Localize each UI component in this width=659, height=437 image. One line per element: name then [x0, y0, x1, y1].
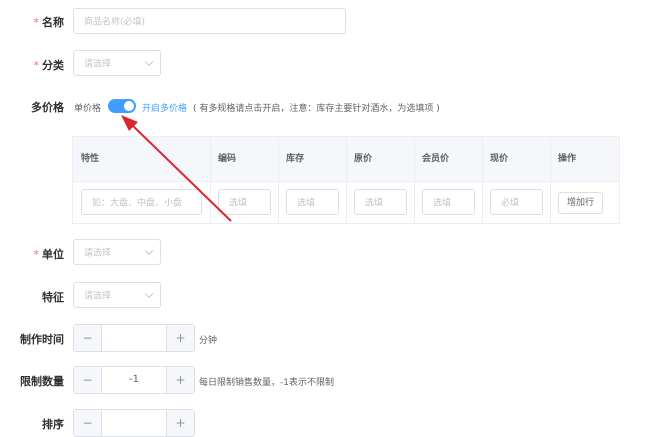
- col-divider: [550, 137, 551, 225]
- name-placeholder: 商品名称(必填): [84, 17, 146, 28]
- member-price-input[interactable]: 选填: [422, 189, 475, 215]
- make-time-stepper[interactable]: − +: [73, 324, 195, 352]
- spec-table: 特性 编码 库存 原价 会员价 现价 操作 如：大盘、中盘、小盘 选填 选填 选…: [72, 136, 620, 225]
- switch-knob: [124, 101, 134, 111]
- category-select[interactable]: 请选择: [73, 50, 161, 76]
- header-original-price: 原价: [354, 154, 373, 164]
- chevron-down-icon: [144, 289, 154, 299]
- feature-placeholder: 请选择: [84, 291, 112, 302]
- unit-placeholder: 请选择: [84, 248, 112, 259]
- col-divider: [346, 137, 347, 225]
- unit-select[interactable]: 请选择: [73, 239, 161, 265]
- header-feature: 特性: [81, 154, 100, 164]
- name-label: * 名称: [33, 16, 65, 29]
- plus-button[interactable]: +: [166, 367, 194, 393]
- code-input[interactable]: 选填: [218, 189, 271, 215]
- header-current-price: 现价: [490, 154, 509, 164]
- header-stock: 库存: [286, 154, 305, 164]
- sort-label: 排序: [42, 418, 64, 431]
- minus-button[interactable]: −: [74, 325, 102, 351]
- header-action: 操作: [558, 154, 577, 164]
- limit-qty-value[interactable]: -1: [102, 367, 166, 393]
- limit-qty-stepper[interactable]: − -1 +: [73, 366, 195, 394]
- header-member-price: 会员价: [422, 154, 450, 164]
- stock-input[interactable]: 选填: [286, 189, 339, 215]
- col-divider: [278, 137, 279, 225]
- col-divider: [414, 137, 415, 225]
- feature-input[interactable]: 如：大盘、中盘、小盘: [81, 189, 202, 215]
- multi-price-label: 多价格: [31, 101, 64, 114]
- category-placeholder: 请选择: [84, 59, 112, 70]
- header-code: 编码: [218, 154, 237, 164]
- multi-price-hint: ( 有多规格请点击开启，注意：库存主要针对酒水，为选填项 ): [193, 104, 440, 114]
- original-price-input[interactable]: 选填: [354, 189, 407, 215]
- multi-price-switch[interactable]: [108, 99, 136, 113]
- add-row-button[interactable]: 增加行: [558, 192, 603, 214]
- unit-label: * 单位: [33, 248, 65, 261]
- minus-button[interactable]: −: [74, 367, 102, 393]
- chevron-down-icon: [144, 246, 154, 256]
- sort-value[interactable]: [102, 410, 166, 436]
- plus-button[interactable]: +: [166, 325, 194, 351]
- feature-select[interactable]: 请选择: [73, 282, 161, 308]
- col-divider: [482, 137, 483, 225]
- plus-button[interactable]: +: [166, 410, 194, 436]
- limit-qty-suffix: 每日限制销售数量，-1表示不限制: [199, 378, 334, 388]
- limit-qty-label: 限制数量: [20, 375, 64, 388]
- current-price-input[interactable]: 必填: [490, 189, 543, 215]
- make-time-suffix: 分钟: [199, 336, 218, 346]
- multi-price-on-text: 开启多价格: [142, 104, 188, 114]
- make-time-label: 制作时间: [20, 333, 64, 346]
- feature-label: 特征: [42, 291, 64, 304]
- col-divider: [210, 137, 211, 225]
- minus-button[interactable]: −: [74, 410, 102, 436]
- name-input[interactable]: 商品名称(必填): [73, 8, 346, 34]
- category-label: * 分类: [33, 59, 65, 72]
- single-price-text: 单价格: [74, 104, 102, 114]
- chevron-down-icon: [144, 57, 154, 67]
- make-time-value[interactable]: [102, 325, 166, 351]
